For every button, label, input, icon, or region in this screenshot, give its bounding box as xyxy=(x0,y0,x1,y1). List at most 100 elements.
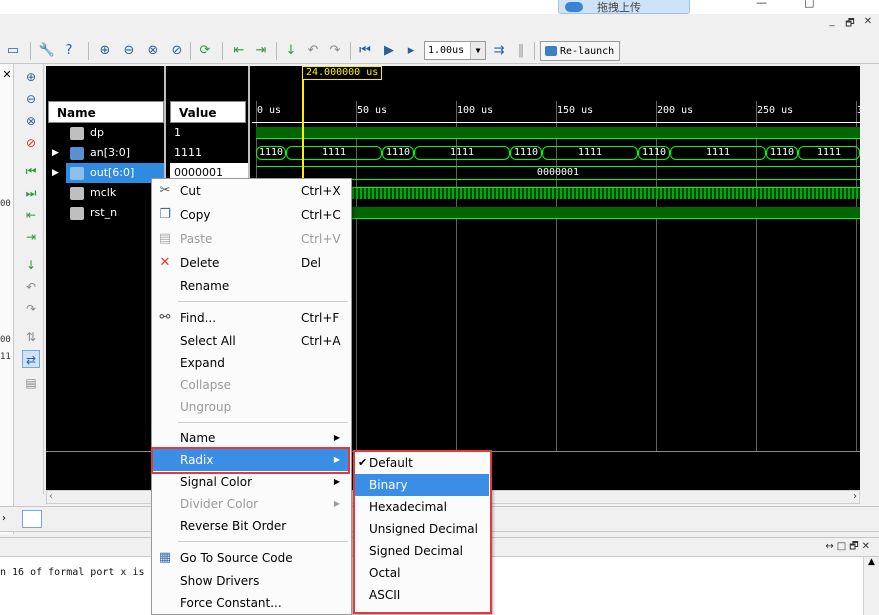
go-to-end-icon[interactable]: ⏭ xyxy=(22,184,40,202)
menu-item-cut[interactable]: ✂ Cut Ctrl+X xyxy=(153,180,350,202)
value-column-header[interactable]: Value xyxy=(170,101,246,123)
signal-row-dp[interactable]: dp xyxy=(46,123,166,143)
expand-arrow-icon[interactable]: ▶ xyxy=(52,163,59,183)
scroll-right-icon[interactable]: › xyxy=(853,491,857,502)
menu-item-signal-color[interactable]: Signal Color ▶ xyxy=(153,471,350,493)
go-to-start-icon[interactable]: ⏮ xyxy=(22,162,40,180)
prev-transition-icon[interactable]: ⇤ xyxy=(230,42,248,60)
zoom-cursor-icon[interactable]: ⊘ xyxy=(22,134,40,152)
menu-item-reverse-bit-order[interactable]: Reverse Bit Order xyxy=(153,515,350,537)
prev-transition-icon[interactable]: ⇤ xyxy=(22,206,40,224)
console-window-controls[interactable]: ↔□🗗✕ xyxy=(825,539,873,556)
menu-item-radix[interactable]: Radix ▶ xyxy=(153,449,350,471)
menu-label: Default xyxy=(369,456,413,470)
step-over-icon[interactable]: ⇉ xyxy=(490,42,508,60)
cloud-upload-button[interactable]: 拖拽上传 xyxy=(558,0,690,14)
swap-cursors-icon[interactable]: ⇅ xyxy=(22,328,40,346)
menu-label: Hexadecimal xyxy=(369,500,447,514)
menu-item-ungroup[interactable]: Ungroup xyxy=(153,396,350,418)
radix-item-hexadecimal[interactable]: Hexadecimal xyxy=(355,496,489,518)
subwindow-minimize-button[interactable]: _ xyxy=(826,16,838,33)
radix-item-octal[interactable]: Octal xyxy=(355,562,489,584)
expand-arrow-cell: ▶ xyxy=(46,163,66,183)
prev-marker-icon[interactable]: ↶ xyxy=(22,278,40,296)
radix-item-default[interactable]: ✔ Default xyxy=(355,452,489,474)
floating-ruler-icon[interactable]: ▤ xyxy=(22,374,40,392)
expand-arrow-icon[interactable]: ▶ xyxy=(52,143,59,163)
menu-label: Octal xyxy=(369,566,401,580)
menu-item-collapse[interactable]: Collapse xyxy=(153,374,350,396)
next-transition-icon[interactable]: ⇥ xyxy=(22,228,40,246)
pause-icon[interactable]: ‖ xyxy=(512,42,530,60)
zoom-out-icon[interactable]: ⊖ xyxy=(120,42,138,60)
minimize-button[interactable]: — xyxy=(756,0,767,9)
chevron-down-icon[interactable]: ▼ xyxy=(470,42,485,59)
next-transition-icon[interactable]: ⇥ xyxy=(252,42,270,60)
signal-row-an[interactable]: ▶ an[3:0] xyxy=(46,143,166,163)
menu-label: Go To Source Code xyxy=(180,551,293,565)
menu-item-expand[interactable]: Expand xyxy=(153,352,350,374)
time-axis xyxy=(252,122,860,123)
signal-row-out[interactable]: out[6:0] xyxy=(66,163,164,183)
next-marker-icon[interactable]: ↷ xyxy=(22,300,40,318)
menu-item-divider-color[interactable]: Divider Color ▶ xyxy=(153,493,350,515)
menu-item-go-to-source[interactable]: ▦ Go To Source Code xyxy=(153,547,350,569)
menu-item-name[interactable]: Name ▶ xyxy=(153,427,350,449)
signal-row-mclk[interactable]: mclk xyxy=(46,183,166,203)
zoom-fit-icon[interactable]: ⊗ xyxy=(22,112,40,130)
snap-to-transition-icon[interactable]: ⇄ xyxy=(22,350,40,368)
redo-icon[interactable]: ↷ xyxy=(326,42,344,60)
submenu-arrow-icon: ▶ xyxy=(333,499,340,508)
menu-label: Copy xyxy=(180,208,211,222)
zoom-out-icon[interactable]: ⊖ xyxy=(22,90,40,108)
scroll-left-icon[interactable]: ‹ xyxy=(49,491,53,502)
tick-label: 50 us xyxy=(357,105,388,116)
menu-item-copy[interactable]: ❐ Copy Ctrl+C xyxy=(153,204,350,226)
menu-shortcut: Ctrl+F xyxy=(301,311,340,325)
relaunch-icon xyxy=(545,46,557,56)
relaunch-button[interactable]: Re-launch xyxy=(540,41,620,61)
add-marker-icon[interactable]: ↓ xyxy=(22,256,40,274)
menu-item-find[interactable]: ⚯ Find... Ctrl+F xyxy=(153,307,350,329)
run-icon[interactable]: ▶ xyxy=(380,42,398,60)
tab-scroll-right-icon[interactable]: › xyxy=(2,513,6,524)
radix-item-binary[interactable]: Binary xyxy=(355,474,489,496)
submenu-arrow-icon: ▶ xyxy=(333,455,340,464)
cloud-upload-label: 拖拽上传 xyxy=(597,0,641,14)
restart-icon[interactable]: ⏮ xyxy=(356,42,374,60)
menu-label: Paste xyxy=(180,232,213,246)
subwindow-close-button[interactable]: ✕ xyxy=(862,16,874,33)
help-icon[interactable]: ? xyxy=(60,42,78,60)
title-bar: 拖拽上传 — □ xyxy=(0,0,879,14)
run-for-time-icon[interactable]: ▸ xyxy=(402,42,420,60)
toolbar-separator xyxy=(534,42,535,60)
zoom-in-icon[interactable]: ⊕ xyxy=(22,68,40,86)
console-scrollbar[interactable]: ▲ xyxy=(863,557,879,615)
menu-item-delete[interactable]: ✕ Delete Del xyxy=(153,252,350,274)
radix-item-ascii[interactable]: ASCII xyxy=(355,584,489,606)
subwindow-restore-button[interactable]: 🗗 xyxy=(844,16,856,33)
layout-icon[interactable]: ▭ xyxy=(4,42,22,60)
signal-row-rst-n[interactable]: rst_n xyxy=(46,203,166,223)
refresh-icon[interactable]: ⟳ xyxy=(196,42,214,60)
menu-item-rename[interactable]: Rename xyxy=(153,275,350,297)
run-time-input[interactable]: 1.00us ▼ xyxy=(424,41,486,60)
menu-item-force-constant[interactable]: Force Constant... xyxy=(153,592,350,614)
radix-item-signed-decimal[interactable]: Signed Decimal xyxy=(355,540,489,562)
maximize-button[interactable]: □ xyxy=(804,0,814,9)
zoom-cursor-icon[interactable]: ⊘ xyxy=(168,42,186,60)
step-icon[interactable]: ↓ xyxy=(282,42,300,60)
menu-item-paste[interactable]: ▤ Paste Ctrl+V xyxy=(153,228,350,250)
zoom-fit-icon[interactable]: ⊗ xyxy=(144,42,162,60)
radix-item-unsigned-decimal[interactable]: Unsigned Decimal xyxy=(355,518,489,540)
waveform-tab[interactable] xyxy=(22,510,42,528)
menu-item-show-drivers[interactable]: Show Drivers xyxy=(153,570,350,592)
name-column-header[interactable]: Name xyxy=(48,101,164,123)
zoom-in-icon[interactable]: ⊕ xyxy=(96,42,114,60)
wrench-icon[interactable]: 🔧 xyxy=(38,42,56,60)
menu-label: Find... xyxy=(180,311,217,325)
menu-item-select-all[interactable]: Select All Ctrl+A xyxy=(153,330,350,352)
panel-close-icon[interactable]: ✕ xyxy=(0,68,14,82)
undo-icon[interactable]: ↶ xyxy=(304,42,322,60)
cloud-icon xyxy=(565,1,583,12)
